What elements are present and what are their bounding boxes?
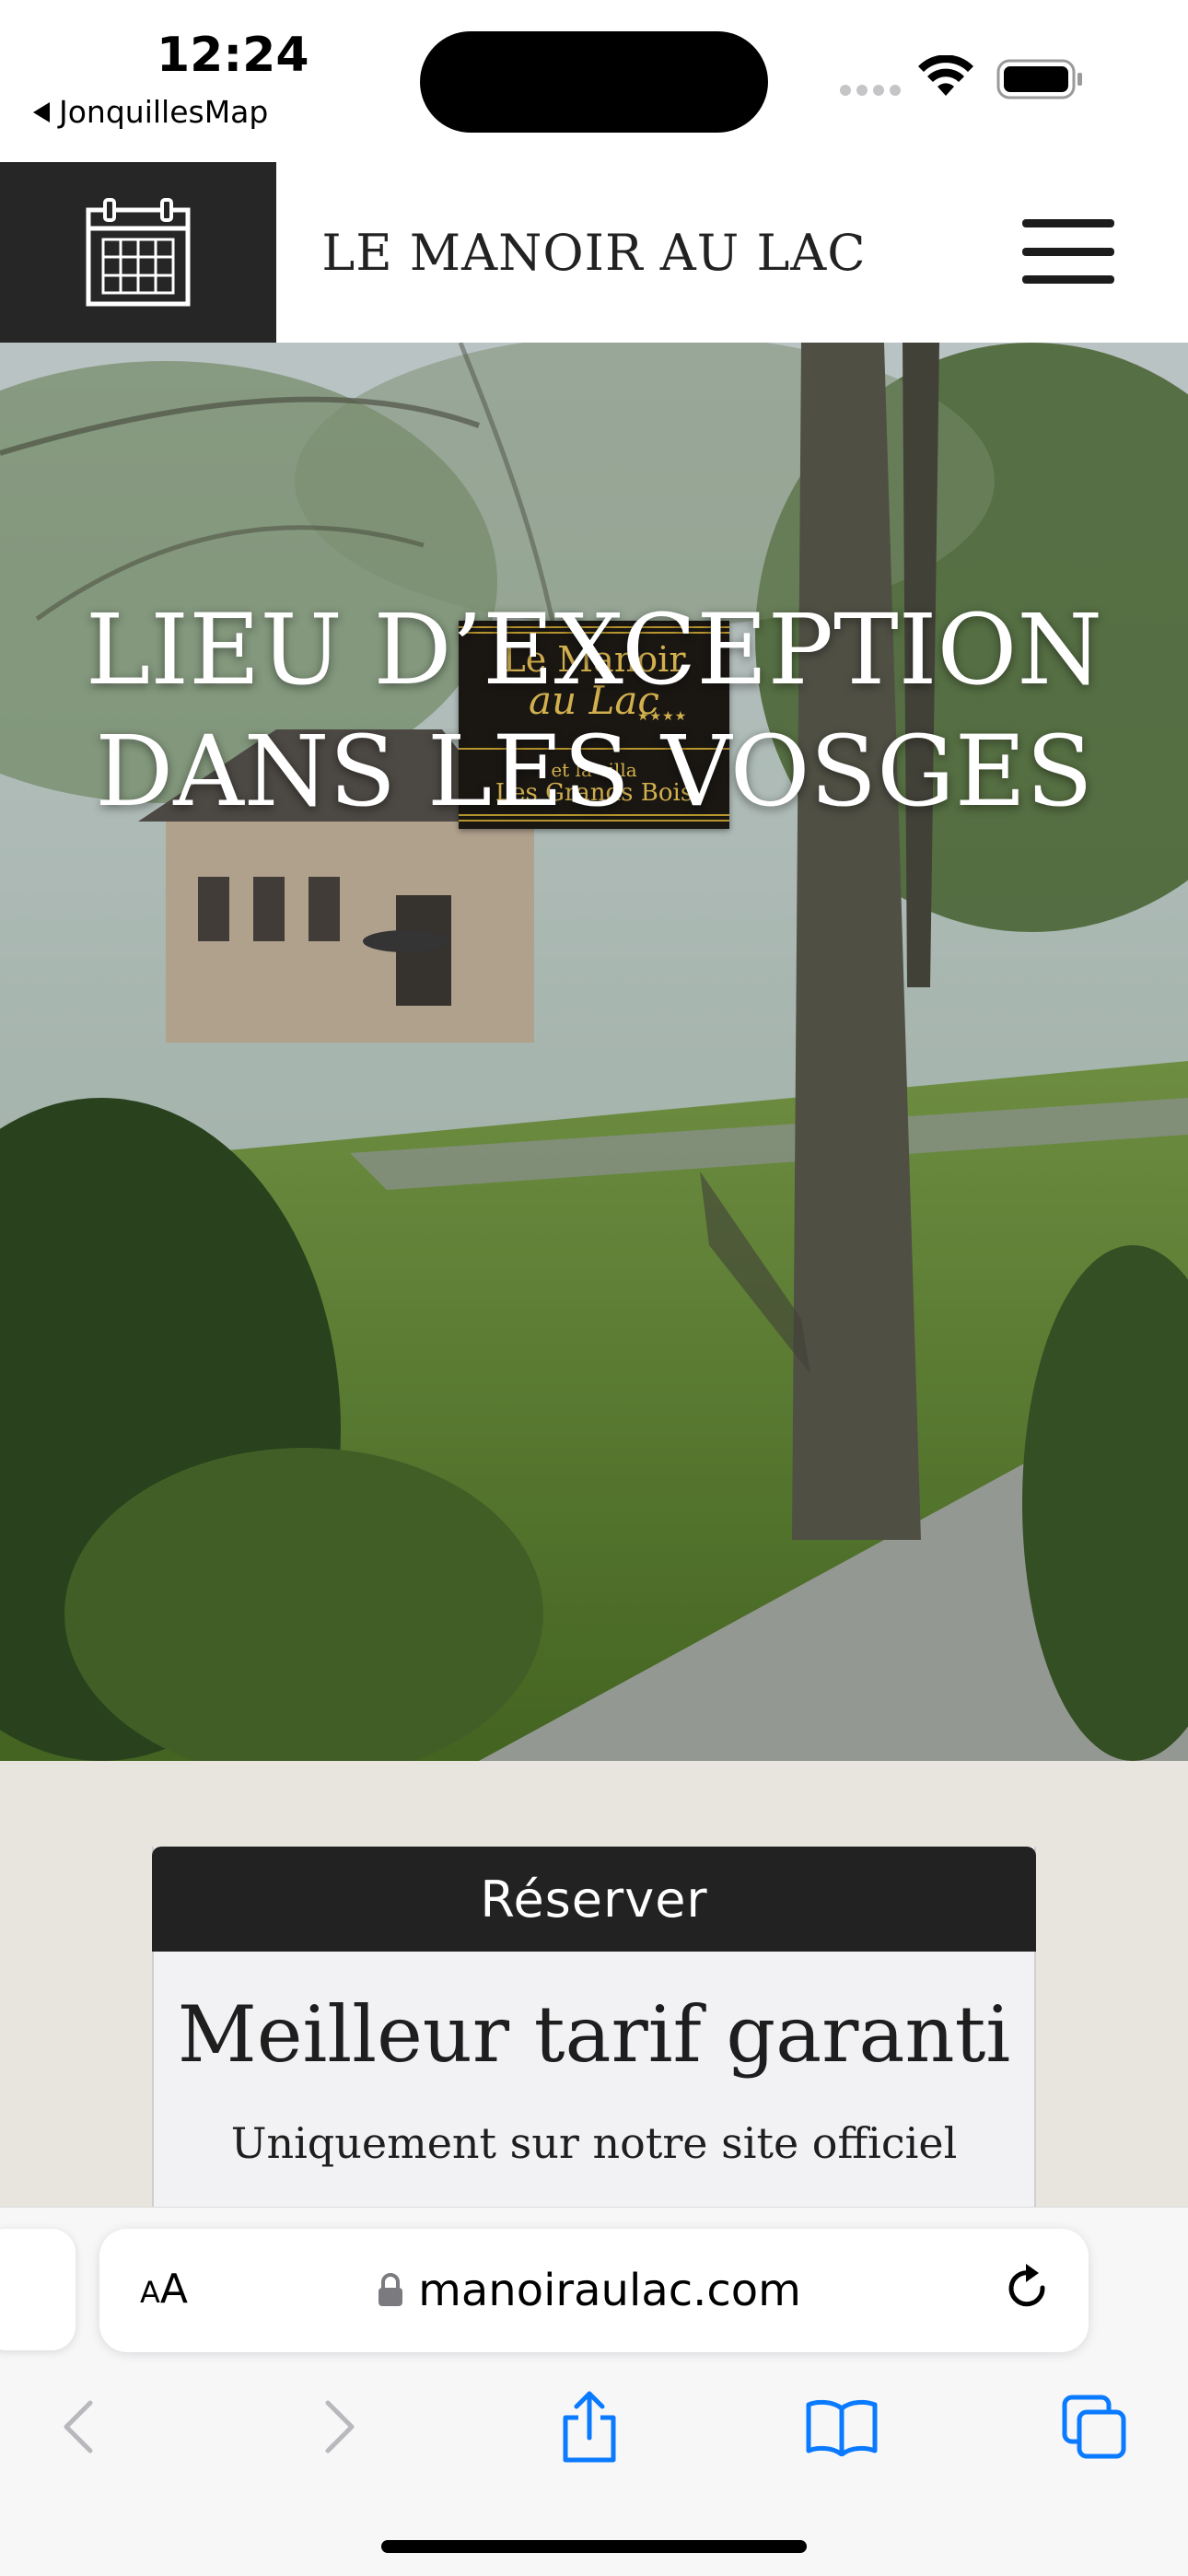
official-site-note: Uniquement sur notre site officiel <box>230 2118 958 2168</box>
text-size-small-glyph: A <box>140 2275 160 2310</box>
back-triangle-icon <box>33 101 50 122</box>
lock-icon <box>379 2273 403 2306</box>
site-brand-title[interactable]: LE MANOIR AU LAC <box>276 162 912 343</box>
hamburger-menu-icon[interactable] <box>1022 219 1114 284</box>
reserve-button[interactable]: Réserver <box>152 1847 1036 1952</box>
back-to-app-link[interactable]: JonquillesMap <box>33 94 268 130</box>
hero-heading: LIEU D’EXCEPTION DANS LES VOSGES <box>85 593 1103 828</box>
tabs-icon <box>1062 2395 1126 2459</box>
chevron-left-icon <box>64 2400 93 2454</box>
bookmarks-button[interactable] <box>796 2381 888 2473</box>
wifi-icon <box>918 55 973 96</box>
cellular-signal-icon <box>840 85 901 96</box>
browser-toolbar <box>0 2381 1188 2473</box>
best-rate-title: Meilleur tarif garanti <box>177 1989 1011 2080</box>
previous-tab-peek[interactable] <box>0 2229 76 2350</box>
reload-icon[interactable] <box>1002 2260 1054 2317</box>
hero-banner: Le Manoir au Lac ★★★★ et la villa Les Gr… <box>0 343 1188 1761</box>
url-display[interactable]: manoiraulac.com <box>276 2261 903 2320</box>
home-indicator <box>381 2540 807 2553</box>
calendar-icon <box>86 198 191 307</box>
status-time: 12:24 <box>157 28 309 83</box>
forward-button[interactable] <box>293 2381 385 2473</box>
text-size-button[interactable]: AA <box>140 2266 188 2313</box>
book-icon <box>806 2399 878 2456</box>
back-button[interactable] <box>33 2381 125 2473</box>
share-icon <box>563 2391 616 2463</box>
share-button[interactable] <box>543 2381 635 2473</box>
battery-icon <box>996 59 1082 99</box>
text-size-large-glyph: A <box>159 2266 188 2313</box>
dynamic-island <box>420 31 768 133</box>
back-app-label: JonquillesMap <box>59 94 269 130</box>
booking-calendar-button[interactable] <box>0 162 276 343</box>
tabs-button[interactable] <box>1048 2381 1140 2473</box>
chevron-right-icon <box>325 2400 355 2454</box>
url-text: manoiraulac.com <box>418 2265 801 2316</box>
hero-overlay <box>0 343 1188 1761</box>
